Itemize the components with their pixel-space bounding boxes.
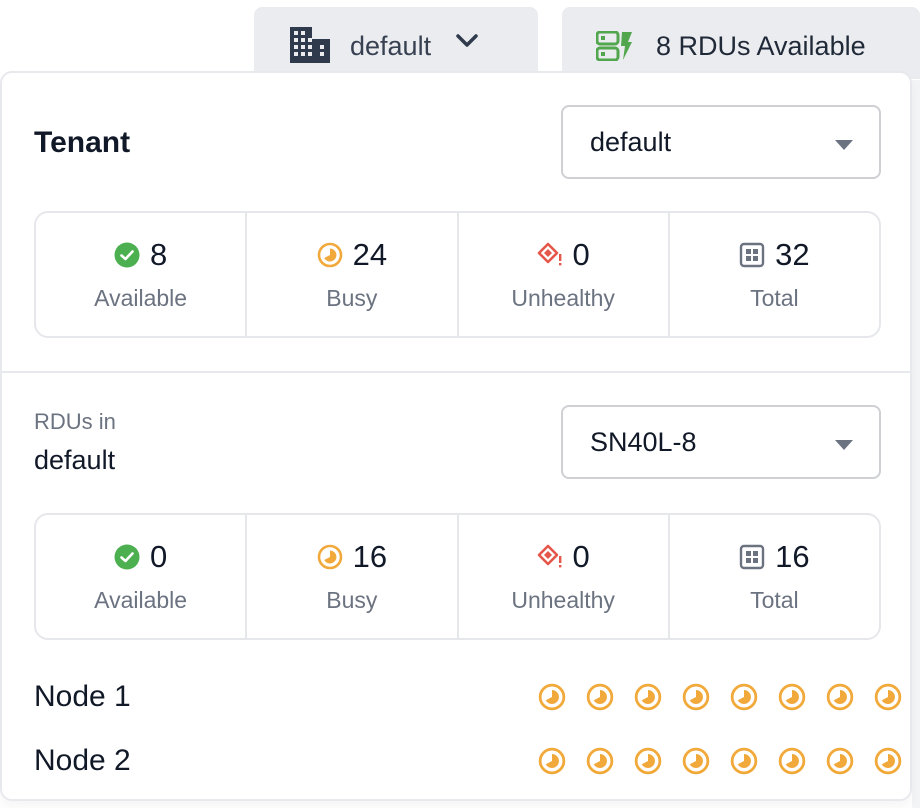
stat-value: 24 bbox=[352, 237, 388, 272]
stat-value-row: 16 bbox=[739, 537, 810, 577]
stat-value: 0 bbox=[572, 237, 590, 272]
grid-box-icon bbox=[739, 242, 765, 268]
stat-value-row: 32 bbox=[739, 235, 810, 275]
stat-label: Total bbox=[750, 587, 799, 613]
rdu-status-busy[interactable] bbox=[538, 683, 566, 711]
node-rdu-list bbox=[538, 747, 902, 775]
rdu-status-busy[interactable] bbox=[634, 747, 662, 775]
stat-unhealthy: 0 Unhealthy bbox=[459, 213, 670, 336]
tenant-popover-panel: Tenant default 8 Available 24 Busy 0 Unhealth… bbox=[0, 71, 912, 801]
rdu-status-busy[interactable] bbox=[586, 683, 614, 711]
busy-clock-icon bbox=[730, 683, 758, 711]
server-power-icon bbox=[596, 31, 632, 61]
check-circle-icon bbox=[114, 242, 140, 268]
chevron-down-icon bbox=[456, 34, 478, 47]
rdu-status-busy[interactable] bbox=[586, 747, 614, 775]
busy-clock-icon bbox=[634, 683, 662, 711]
stat-available: 8 Available bbox=[36, 213, 248, 336]
busy-clock-icon bbox=[874, 683, 902, 711]
busy-clock-icon bbox=[826, 747, 854, 775]
stat-label: Busy bbox=[326, 285, 378, 311]
stat-value: 16 bbox=[352, 539, 388, 574]
busy-clock-icon bbox=[778, 683, 806, 711]
stat-value: 0 bbox=[572, 539, 590, 574]
stat-label: Total bbox=[750, 285, 799, 311]
rdu-status-busy[interactable] bbox=[874, 747, 902, 775]
busy-clock-icon bbox=[634, 747, 662, 775]
stat-label: Available bbox=[94, 285, 188, 311]
stat-value: 8 bbox=[150, 237, 168, 272]
stat-label: Unhealthy bbox=[511, 587, 615, 613]
tenant-switcher-label: default bbox=[350, 31, 432, 61]
rdus-available-button[interactable]: 8 RDUs Available bbox=[562, 7, 920, 79]
tenant-stats: 8 Available 24 Busy 0 Unhealthy 32 Total bbox=[34, 211, 881, 338]
rdu-status-busy[interactable] bbox=[874, 683, 902, 711]
stat-label: Busy bbox=[326, 587, 378, 613]
rdu-status-busy[interactable] bbox=[778, 683, 806, 711]
rdu-status-busy[interactable] bbox=[634, 683, 662, 711]
node-rdu-list bbox=[538, 683, 902, 711]
busy-clock-icon bbox=[586, 747, 614, 775]
rdu-type-select-value: SN40L-8 bbox=[590, 426, 697, 457]
building-icon bbox=[290, 27, 330, 63]
rdu-status-busy[interactable] bbox=[730, 683, 758, 711]
caret-down-icon bbox=[835, 140, 853, 150]
rdu-status-busy[interactable] bbox=[682, 747, 710, 775]
rdu-status-busy[interactable] bbox=[778, 747, 806, 775]
diamond-alert-icon bbox=[537, 544, 561, 568]
busy-clock-icon bbox=[826, 683, 854, 711]
stat-busy: 16 Busy bbox=[247, 515, 459, 638]
check-circle-icon bbox=[114, 544, 140, 570]
busy-clock-icon bbox=[538, 747, 566, 775]
stat-label: Available bbox=[94, 587, 188, 613]
section-divider bbox=[2, 371, 910, 373]
stat-busy: 24 Busy bbox=[247, 213, 459, 336]
busy-clock-icon bbox=[682, 683, 710, 711]
grid-box-icon bbox=[739, 544, 765, 570]
node-row: Node 2 bbox=[34, 741, 902, 781]
stat-value-row: 16 bbox=[317, 537, 387, 577]
stat-total: 16 Total bbox=[670, 515, 879, 638]
stat-value: 32 bbox=[775, 237, 810, 272]
stat-value-row: 0 bbox=[114, 537, 167, 577]
busy-clock-icon bbox=[730, 747, 758, 775]
stat-label: Unhealthy bbox=[511, 285, 615, 311]
stat-available: 0 Available bbox=[36, 515, 248, 638]
node-name: Node 1 bbox=[34, 680, 131, 713]
node-row: Node 1 bbox=[34, 677, 902, 717]
stat-unhealthy: 0 Unhealthy bbox=[459, 515, 670, 638]
stat-value-row: 0 bbox=[537, 537, 590, 577]
stat-value-row: 24 bbox=[317, 235, 387, 275]
tenant-select[interactable]: default bbox=[561, 105, 881, 179]
stat-value: 16 bbox=[775, 539, 810, 574]
diamond-alert-icon bbox=[537, 242, 561, 266]
caret-down-icon bbox=[835, 440, 853, 450]
rdus-tenant-name: default bbox=[34, 445, 116, 475]
rdu-type-select[interactable]: SN40L-8 bbox=[561, 405, 881, 479]
rdu-stats: 0 Available 16 Busy 0 Unhealthy 16 Total bbox=[34, 513, 881, 640]
stat-value-row: 8 bbox=[114, 235, 167, 275]
busy-clock-icon bbox=[874, 747, 902, 775]
busy-clock-icon bbox=[682, 747, 710, 775]
tenant-select-value: default bbox=[590, 126, 672, 157]
background-strip bbox=[912, 80, 920, 808]
stat-value: 0 bbox=[150, 539, 168, 574]
tenant-switcher-button[interactable]: default bbox=[254, 7, 538, 79]
busy-clock-icon bbox=[586, 683, 614, 711]
busy-clock-icon bbox=[778, 747, 806, 775]
stat-total: 32 Total bbox=[670, 213, 879, 336]
rdu-status-busy[interactable] bbox=[826, 747, 854, 775]
node-name: Node 2 bbox=[34, 744, 131, 777]
rdu-status-busy[interactable] bbox=[826, 683, 854, 711]
busy-clock-icon bbox=[317, 242, 342, 268]
rdu-status-busy[interactable] bbox=[682, 683, 710, 711]
rdu-status-busy[interactable] bbox=[538, 747, 566, 775]
busy-clock-icon bbox=[538, 683, 566, 711]
busy-clock-icon bbox=[317, 544, 342, 570]
tenant-section-title: Tenant bbox=[34, 126, 131, 159]
rdu-status-busy[interactable] bbox=[730, 747, 758, 775]
stat-value-row: 0 bbox=[537, 235, 590, 275]
rdus-in-caption: RDUs in bbox=[34, 409, 116, 434]
rdus-available-label: 8 RDUs Available bbox=[656, 31, 866, 61]
